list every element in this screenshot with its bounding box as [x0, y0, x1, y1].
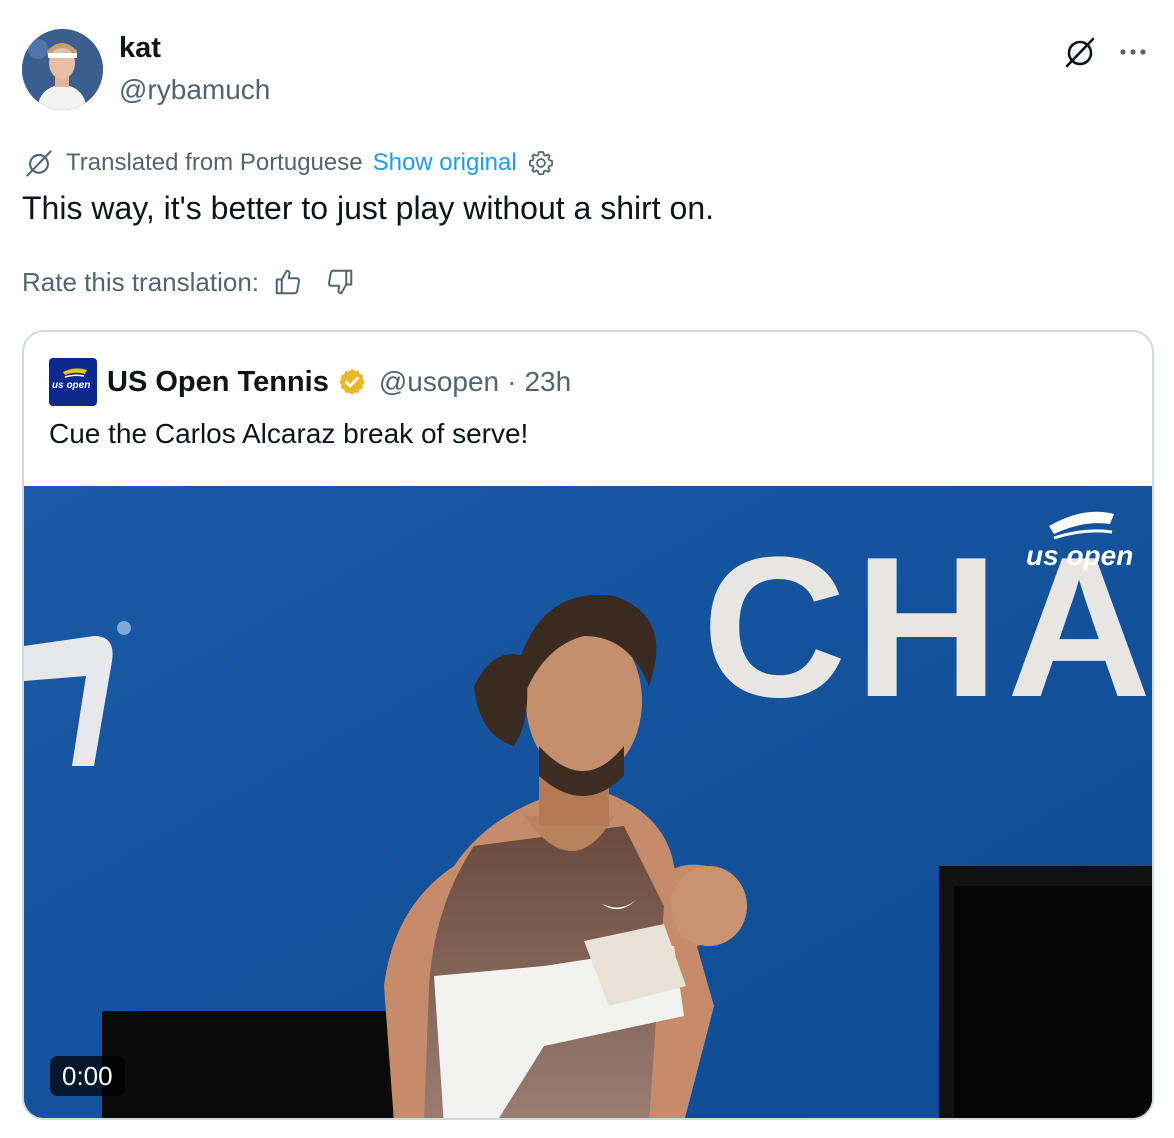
author-avatar[interactable]: [22, 29, 103, 110]
avatar-image: [22, 29, 103, 110]
rate-translation-row: Rate this translation:: [22, 264, 357, 300]
quoted-timestamp[interactable]: 23h: [524, 366, 571, 398]
quoted-tweet-text: Cue the Carlos Alcaraz break of serve!: [49, 418, 529, 449]
video-frame: CHA: [24, 486, 1152, 1118]
thumbs-up-icon: [275, 269, 301, 295]
quoted-tweet-card[interactable]: us open US Open Tennis @usopen · 23h Cue…: [22, 330, 1154, 1120]
more-horizontal-icon: [1120, 49, 1146, 55]
rate-translation-label: Rate this translation:: [22, 266, 260, 297]
gear-icon: [528, 151, 553, 176]
translation-notice: Translated from Portuguese Show original: [22, 146, 555, 180]
author-name[interactable]: kat: [119, 32, 161, 65]
more-options-button[interactable]: [1113, 32, 1153, 72]
thumbs-down-icon: [327, 269, 353, 295]
gold-verified-badge-icon: [335, 365, 369, 399]
grok-button[interactable]: [1060, 32, 1100, 72]
video-player[interactable]: CHA us open 0:00: [24, 486, 1152, 1118]
usopen-logo-avatar[interactable]: us open: [49, 358, 97, 406]
quoted-author-name[interactable]: US Open Tennis: [107, 366, 329, 399]
translated-from-label: Translated from Portuguese: [66, 149, 363, 176]
usopen-watermark: us open: [1026, 540, 1134, 571]
quoted-tweet-header: us open US Open Tennis @usopen · 23h: [49, 358, 571, 406]
thumbs-up-button[interactable]: [271, 265, 305, 299]
grok-slash-circle-icon: [1065, 37, 1095, 68]
usopen-logo-text: us open: [52, 380, 91, 391]
separator-dot: ·: [507, 366, 517, 397]
grok-slash-circle-icon: [22, 146, 56, 180]
show-original-link[interactable]: Show original: [373, 149, 517, 177]
quoted-author-handle[interactable]: @usopen: [379, 366, 499, 398]
translation-settings-button[interactable]: [527, 149, 555, 177]
video-timestamp-badge: 0:00: [50, 1056, 125, 1096]
tweet-text: This way, it's better to just play witho…: [22, 190, 715, 226]
author-handle[interactable]: @rybamuch: [119, 74, 270, 106]
thumbs-down-button[interactable]: [323, 265, 357, 299]
